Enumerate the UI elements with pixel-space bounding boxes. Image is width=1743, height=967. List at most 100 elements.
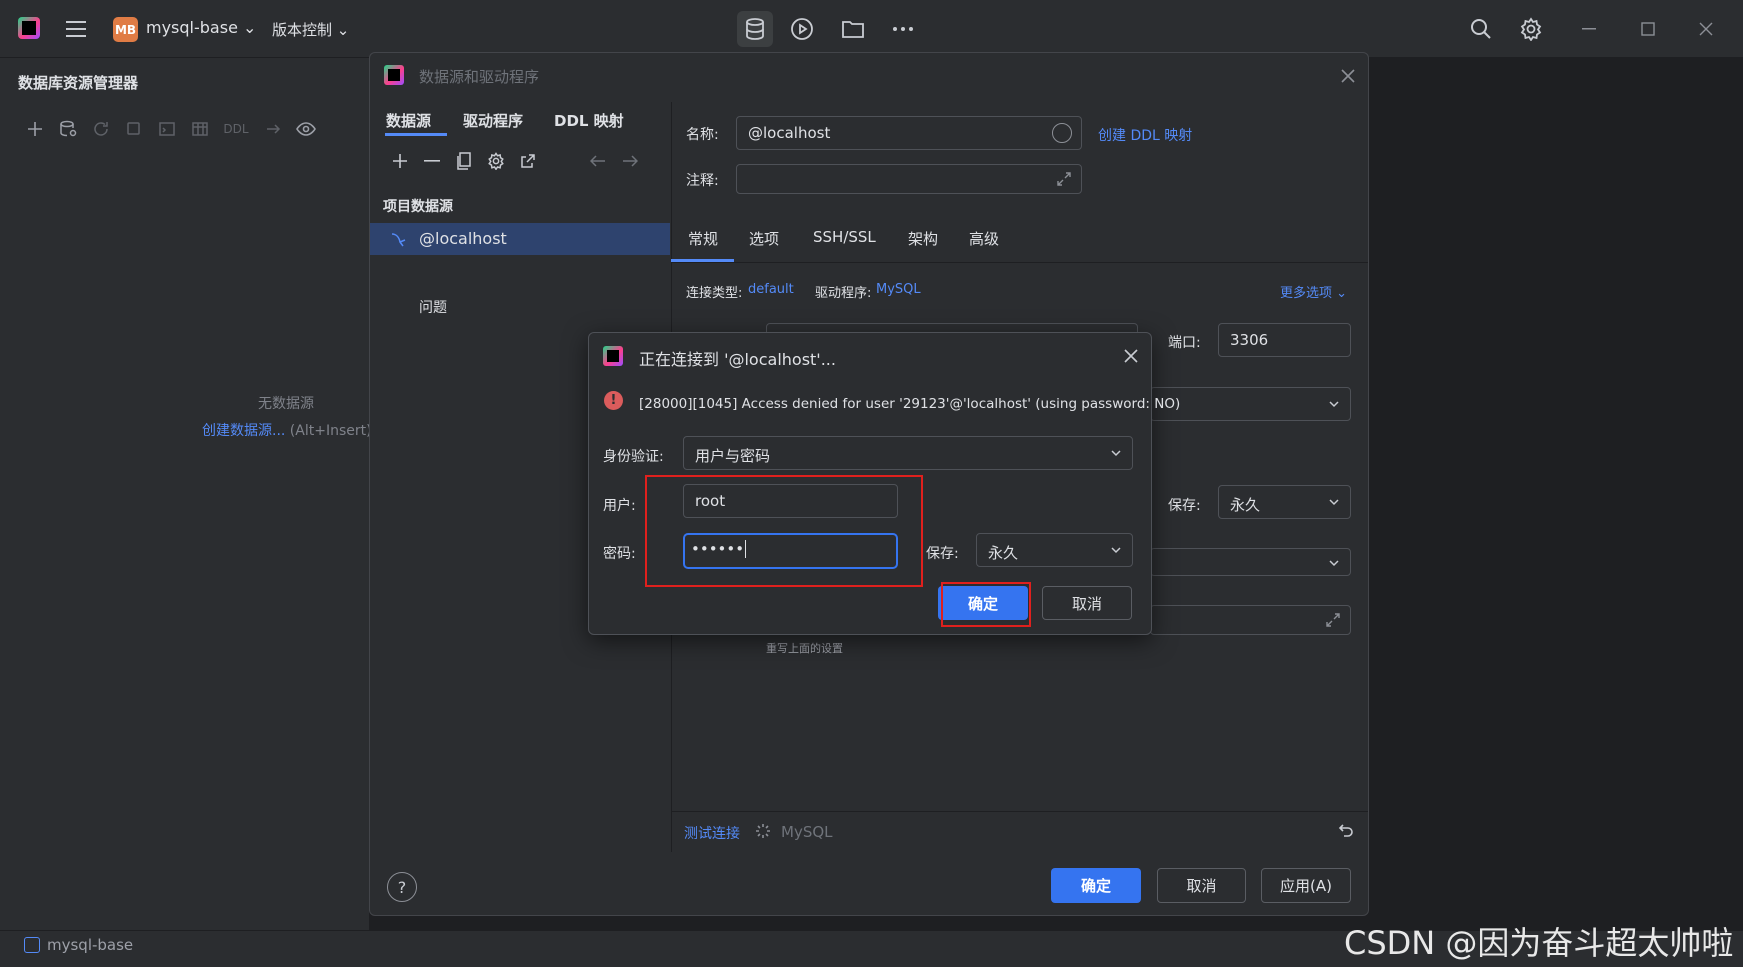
datasource-list-item[interactable]: [370, 223, 670, 255]
add-icon[interactable]: [18, 118, 51, 140]
color-picker-icon[interactable]: [1052, 123, 1072, 143]
ddl-button[interactable]: DDL: [216, 118, 256, 140]
subtab-options[interactable]: 选项: [749, 228, 779, 249]
credentials-highlight-box: [645, 475, 923, 587]
help-button[interactable]: ?: [387, 872, 417, 902]
database-icon[interactable]: [737, 11, 773, 47]
datasource-toolbar: [384, 150, 646, 172]
apply-button[interactable]: 应用(A): [1261, 868, 1351, 903]
maximize-icon[interactable]: [1633, 14, 1663, 44]
jump-icon[interactable]: [256, 118, 289, 140]
table-icon[interactable]: [183, 118, 216, 140]
gear-icon[interactable]: [480, 150, 512, 172]
chevron-down-icon: [1328, 496, 1340, 508]
test-driver-label: MySQL: [781, 823, 833, 841]
status-project-name[interactable]: mysql-base: [47, 936, 133, 954]
authentication-label: 身份验证:: [603, 449, 664, 465]
panel-title: 数据库资源管理器: [18, 74, 139, 92]
stop-icon[interactable]: [117, 118, 150, 140]
close-icon[interactable]: [1119, 344, 1143, 368]
driver-label: 驱动程序:: [815, 286, 872, 301]
driver-link[interactable]: MySQL: [876, 282, 921, 297]
more-options-link[interactable]: 更多选项 ⌄: [1280, 282, 1347, 301]
minimize-icon[interactable]: [1574, 14, 1604, 44]
watermark: CSDN @因为奋斗超太帅啦: [1344, 924, 1734, 962]
cancel-button[interactable]: 取消: [1042, 586, 1132, 620]
project-selector[interactable]: mysql-base ⌄: [146, 18, 256, 37]
error-message: [28000][1045] Access denied for user '29…: [639, 396, 1181, 412]
tab-drivers[interactable]: 驱动程序: [463, 110, 523, 131]
more-icon[interactable]: [888, 14, 918, 44]
vcs-menu[interactable]: 版本控制 ⌄: [272, 19, 349, 40]
ok-button-highlight-box: [941, 582, 1031, 627]
expand-icon[interactable]: [1054, 169, 1074, 189]
more-options-label[interactable]: 更多选项: [1280, 286, 1332, 301]
project-icon: [24, 937, 40, 953]
port-label: 端口:: [1168, 335, 1201, 351]
ok-button[interactable]: 确定: [1051, 868, 1141, 903]
cancel-button[interactable]: 取消: [1157, 868, 1246, 903]
override-note: 重写上面的设置: [766, 642, 843, 655]
password-label: 密码:: [603, 546, 636, 562]
divider: [671, 262, 1368, 263]
name-input-value[interactable]: @localhost: [748, 124, 830, 142]
close-icon[interactable]: [1691, 14, 1721, 44]
problems-item[interactable]: 问题: [419, 297, 447, 317]
dialog-title: 数据源和驱动程序: [419, 68, 540, 86]
divider: [671, 811, 1368, 812]
user-label: 用户:: [603, 498, 636, 514]
url-input[interactable]: [1150, 605, 1351, 635]
shortcut-hint: (Alt+Insert): [285, 423, 372, 439]
search-icon[interactable]: [1466, 14, 1496, 44]
port-value[interactable]: 3306: [1230, 331, 1268, 349]
expand-icon[interactable]: [1323, 610, 1343, 630]
refresh-icon[interactable]: [84, 118, 117, 140]
console-icon[interactable]: [150, 118, 183, 140]
subtab-ssh-ssl[interactable]: SSH/SSL: [813, 228, 876, 246]
explorer-toolbar: DDL: [18, 118, 322, 140]
revert-icon[interactable]: [1334, 820, 1356, 842]
external-link-icon[interactable]: [512, 150, 544, 172]
chevron-down-icon: [1110, 544, 1122, 556]
vcs-label: 版本控制: [272, 21, 333, 39]
save-value[interactable]: 永久: [988, 542, 1018, 563]
app-logo-icon: [603, 346, 623, 366]
run-icon[interactable]: [787, 14, 817, 44]
authentication-value[interactable]: 用户与密码: [695, 445, 770, 466]
copy-icon[interactable]: [448, 150, 480, 172]
subtab-advanced[interactable]: 高级: [969, 228, 999, 249]
database-explorer-panel: [0, 58, 370, 930]
connection-type-link[interactable]: default: [748, 282, 794, 297]
chevron-down-icon: [1328, 398, 1340, 410]
subtab-schemas[interactable]: 架构: [908, 228, 938, 249]
app-logo-icon[interactable]: [18, 17, 40, 39]
subtab-general[interactable]: 常规: [688, 228, 718, 249]
remove-icon[interactable]: [416, 150, 448, 172]
back-arrow-icon[interactable]: [582, 150, 614, 172]
save-value[interactable]: 永久: [1230, 494, 1260, 515]
create-ddl-mapping-link[interactable]: 创建 DDL 映射: [1098, 125, 1192, 145]
tab-datasources[interactable]: 数据源: [386, 110, 431, 131]
test-connection-link[interactable]: 测试连接: [684, 823, 740, 843]
name-label: 名称:: [686, 127, 719, 143]
chevron-down-icon: [1328, 557, 1340, 569]
hamburger-menu-icon[interactable]: [64, 17, 88, 41]
close-icon[interactable]: [1336, 64, 1360, 88]
datasource-item-label[interactable]: @localhost: [419, 229, 507, 248]
create-datasource-link[interactable]: 创建数据源... (Alt+Insert): [202, 420, 372, 440]
eye-icon[interactable]: [289, 118, 322, 140]
gear-icon[interactable]: [1516, 14, 1546, 44]
save-label: 保存:: [926, 546, 959, 562]
datasource-properties-icon[interactable]: [51, 118, 84, 140]
project-badge[interactable]: MB: [113, 17, 138, 42]
add-icon[interactable]: [384, 150, 416, 172]
comment-input[interactable]: [736, 164, 1082, 194]
folder-icon[interactable]: [838, 14, 868, 44]
forward-arrow-icon[interactable]: [614, 150, 646, 172]
database-dropdown[interactable]: [1150, 548, 1351, 576]
create-datasource-label[interactable]: 创建数据源...: [202, 423, 285, 439]
connection-type-label: 连接类型:: [686, 286, 743, 301]
save-label: 保存:: [1168, 498, 1201, 514]
error-icon: !: [604, 391, 623, 410]
tab-ddl-mappings[interactable]: DDL 映射: [554, 110, 624, 131]
